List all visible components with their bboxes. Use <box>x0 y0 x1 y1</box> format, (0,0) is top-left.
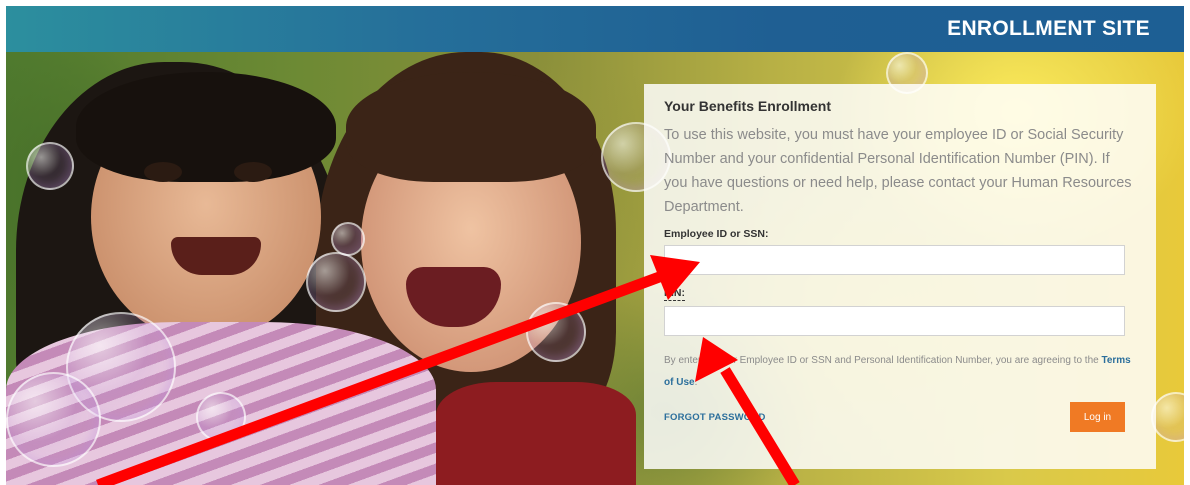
login-button[interactable]: Log in <box>1070 402 1125 432</box>
bubble-decoration <box>26 142 74 190</box>
terms-notice: By entering your Employee ID or SSN and … <box>664 350 1134 394</box>
hero-photo-woman-shirt <box>436 382 636 485</box>
employee-id-input[interactable] <box>664 245 1125 275</box>
bubble-decoration <box>306 252 366 312</box>
pin-label: PIN: <box>664 287 685 301</box>
panel-footer: FORGOT PASSWORD Log in <box>664 402 1125 432</box>
hero-photo-child-mouth <box>171 237 261 275</box>
hero-photo-child-eye <box>144 162 182 182</box>
login-panel: Your Benefits Enrollment To use this web… <box>644 84 1156 469</box>
bubble-decoration <box>526 302 586 362</box>
site-title: ENROLLMENT SITE <box>947 17 1150 40</box>
panel-description: To use this website, you must have your … <box>664 127 1132 215</box>
forgot-password-link[interactable]: FORGOT PASSWORD <box>664 412 766 423</box>
terms-text: By entering your Employee ID or SSN and … <box>664 355 1102 366</box>
terms-end: . <box>694 377 698 388</box>
bubble-decoration <box>196 392 246 442</box>
hero-photo-woman-bangs <box>346 72 596 182</box>
pin-input[interactable] <box>664 306 1125 336</box>
bubble-decoration <box>331 222 365 256</box>
page-frame: ENROLLMENT SITE Your Benefits Enrollment… <box>6 6 1184 485</box>
site-header: ENROLLMENT SITE <box>6 6 1184 52</box>
bubble-decoration <box>6 372 101 467</box>
employee-id-label: Employee ID or SSN: <box>664 228 769 240</box>
hero-photo-child-eye <box>234 162 272 182</box>
panel-title: Your Benefits Enrollment <box>664 98 831 114</box>
hero-photo-child-bangs <box>76 72 336 182</box>
